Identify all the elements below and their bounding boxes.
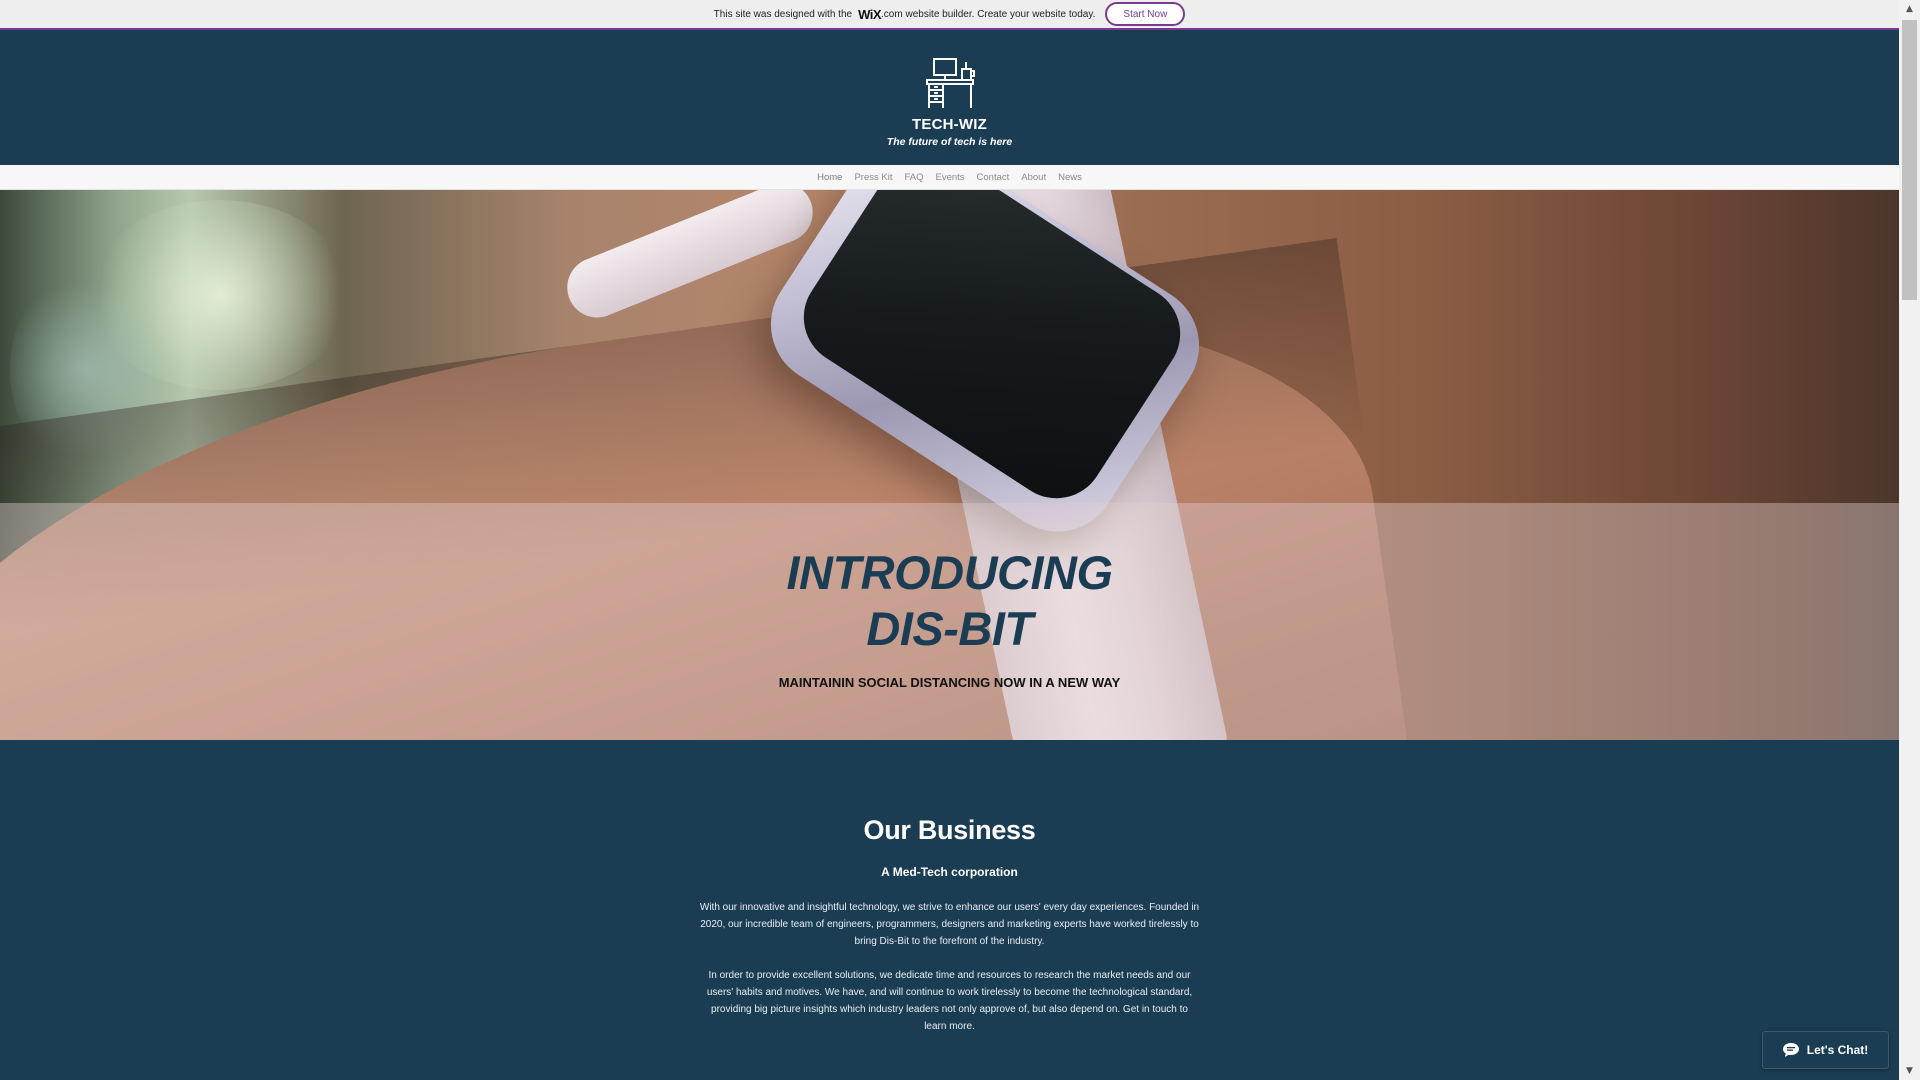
business-paragraph: With our innovative and insightful techn… (699, 902, 1200, 947)
nav-item-news[interactable]: News (1058, 172, 1082, 183)
business-subtitle: A Med-Tech corporation (881, 865, 1018, 879)
start-now-button[interactable]: Start Now (1105, 2, 1186, 26)
scroll-down-arrow-icon[interactable]: ▼ (1899, 1062, 1920, 1080)
main-nav: Home Press Kit FAQ Events Contact About … (0, 165, 1899, 190)
site-title[interactable]: TECH-WIZ (912, 116, 987, 133)
wix-promo-banner: This site was designed with the WiX .com … (0, 0, 1899, 30)
scroll-up-arrow-icon[interactable]: ▲ (1899, 0, 1920, 18)
nav-item-contact[interactable]: Contact (977, 172, 1010, 183)
lets-chat-button[interactable]: Let's Chat! (1762, 1031, 1889, 1069)
wix-logo: WiX (858, 6, 882, 22)
nav-item-events[interactable]: Events (935, 172, 964, 183)
hero-headline-line2: DIS-BIT (866, 602, 1033, 655)
hero-headline-line1: INTRODUCING (786, 546, 1113, 599)
nav-item-faq[interactable]: FAQ (904, 172, 923, 183)
business-title: Our Business (863, 815, 1036, 845)
site-header: TECH-WIZ The future of tech is here (0, 32, 1899, 165)
hero-section: INTRODUCING DIS-BIT MAINTAININ SOCIAL DI… (0, 190, 1899, 740)
nav-item-press-kit[interactable]: Press Kit (854, 172, 892, 183)
desk-computer-icon[interactable] (924, 56, 976, 108)
wix-banner-text: This site was designed with the (713, 8, 853, 20)
nav-item-about[interactable]: About (1021, 172, 1046, 183)
hero-headline: INTRODUCING DIS-BIT (0, 545, 1899, 657)
business-section: Our Business A Med-Tech corporation With… (0, 740, 1899, 1080)
chat-bubble-icon (1782, 1043, 1799, 1057)
nav-item-home[interactable]: Home (817, 172, 842, 183)
hero-subheading: MAINTAININ SOCIAL DISTANCING NOW IN A NE… (778, 675, 1121, 690)
wix-banner-text-after: .com website builder. Create your websit… (881, 8, 1096, 20)
business-paragraph: In order to provide excellent solutions,… (706, 970, 1193, 1032)
scrollbar-thumb[interactable] (1902, 20, 1917, 300)
chat-label: Let's Chat! (1806, 1043, 1869, 1057)
page-scrollbar[interactable]: ▲ ▼ (1899, 0, 1920, 1080)
site-tagline: The future of tech is here (886, 136, 1013, 148)
